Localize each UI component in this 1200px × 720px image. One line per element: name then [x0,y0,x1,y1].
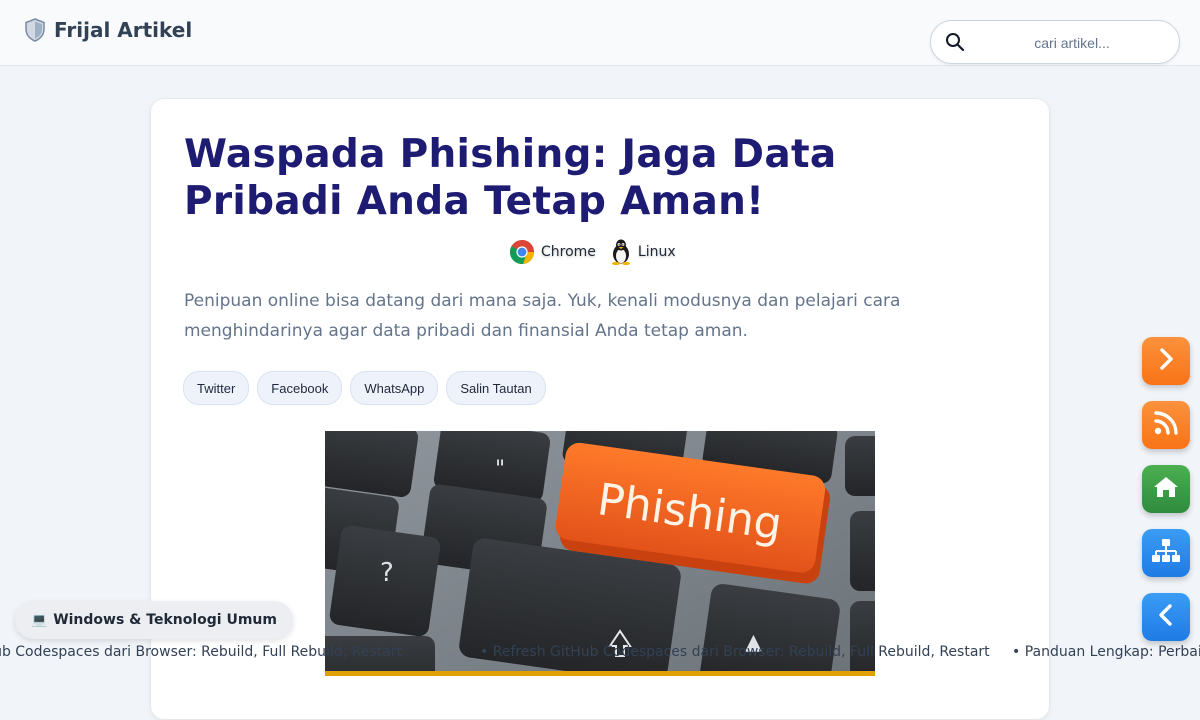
search-icon[interactable] [945,32,965,52]
hero-image: ? " ▲ Phishing [325,431,875,676]
ticker-item[interactable]: • Panduan Lengkap: Perbaiki [1012,644,1200,660]
share-buttons: Twitter Facebook WhatsApp Salin Tautan [183,371,546,405]
ticker-item[interactable]: • Refresh GitHub Codespaces dari Browser… [480,644,990,660]
article-title: Waspada Phishing: Jaga Data Pribadi Anda… [184,132,837,224]
linux-tux-icon [610,239,632,265]
laptop-icon: 💻 [31,612,48,628]
search-box[interactable] [930,20,1180,64]
home-icon [1152,474,1180,504]
share-facebook-button[interactable]: Facebook [257,371,343,405]
chevron-left-icon [1153,602,1179,632]
chevron-right-icon [1153,346,1179,376]
top-header: Frijal Artikel [0,0,1200,66]
previous-article-button[interactable] [1142,593,1190,641]
svg-text:?: ? [380,558,394,588]
ticker-bullet: • [480,644,489,660]
brand[interactable]: Frijal Artikel [24,18,192,42]
news-ticker: Refresh GitHub Codespaces dari Browser: … [0,644,1200,666]
rss-icon [1152,409,1180,441]
chrome-icon [509,239,535,265]
share-twitter-button[interactable]: Twitter [183,371,250,405]
copy-link-button[interactable]: Salin Tautan [446,371,546,405]
brand-title: Frijal Artikel [54,18,193,42]
svg-text:": " [495,457,505,482]
next-article-button[interactable] [1142,337,1190,385]
platform-label: Linux [637,244,676,260]
share-whatsapp-button[interactable]: WhatsApp [350,371,439,405]
home-button[interactable] [1142,465,1190,513]
ticker-item[interactable]: Refresh GitHub Codespaces dari Browser: … [0,644,402,660]
sitemap-button[interactable] [1142,529,1190,577]
platform-linux: Linux [610,239,676,265]
category-label: Windows & Teknologi Umum [53,612,277,628]
category-pill[interactable]: 💻 Windows & Teknologi Umum [15,601,293,639]
platform-chrome: Chrome [509,239,596,265]
platform-label: Chrome [541,244,596,260]
shield-icon [24,18,46,42]
platform-tags: Chrome Linux [509,239,676,265]
ticker-bullet: • [1012,644,1021,660]
sitemap-icon [1151,537,1181,569]
article-lead: Penipuan online bisa datang dari mana sa… [184,291,901,341]
search-input[interactable] [975,27,1169,59]
rss-feed-button[interactable] [1142,401,1190,449]
